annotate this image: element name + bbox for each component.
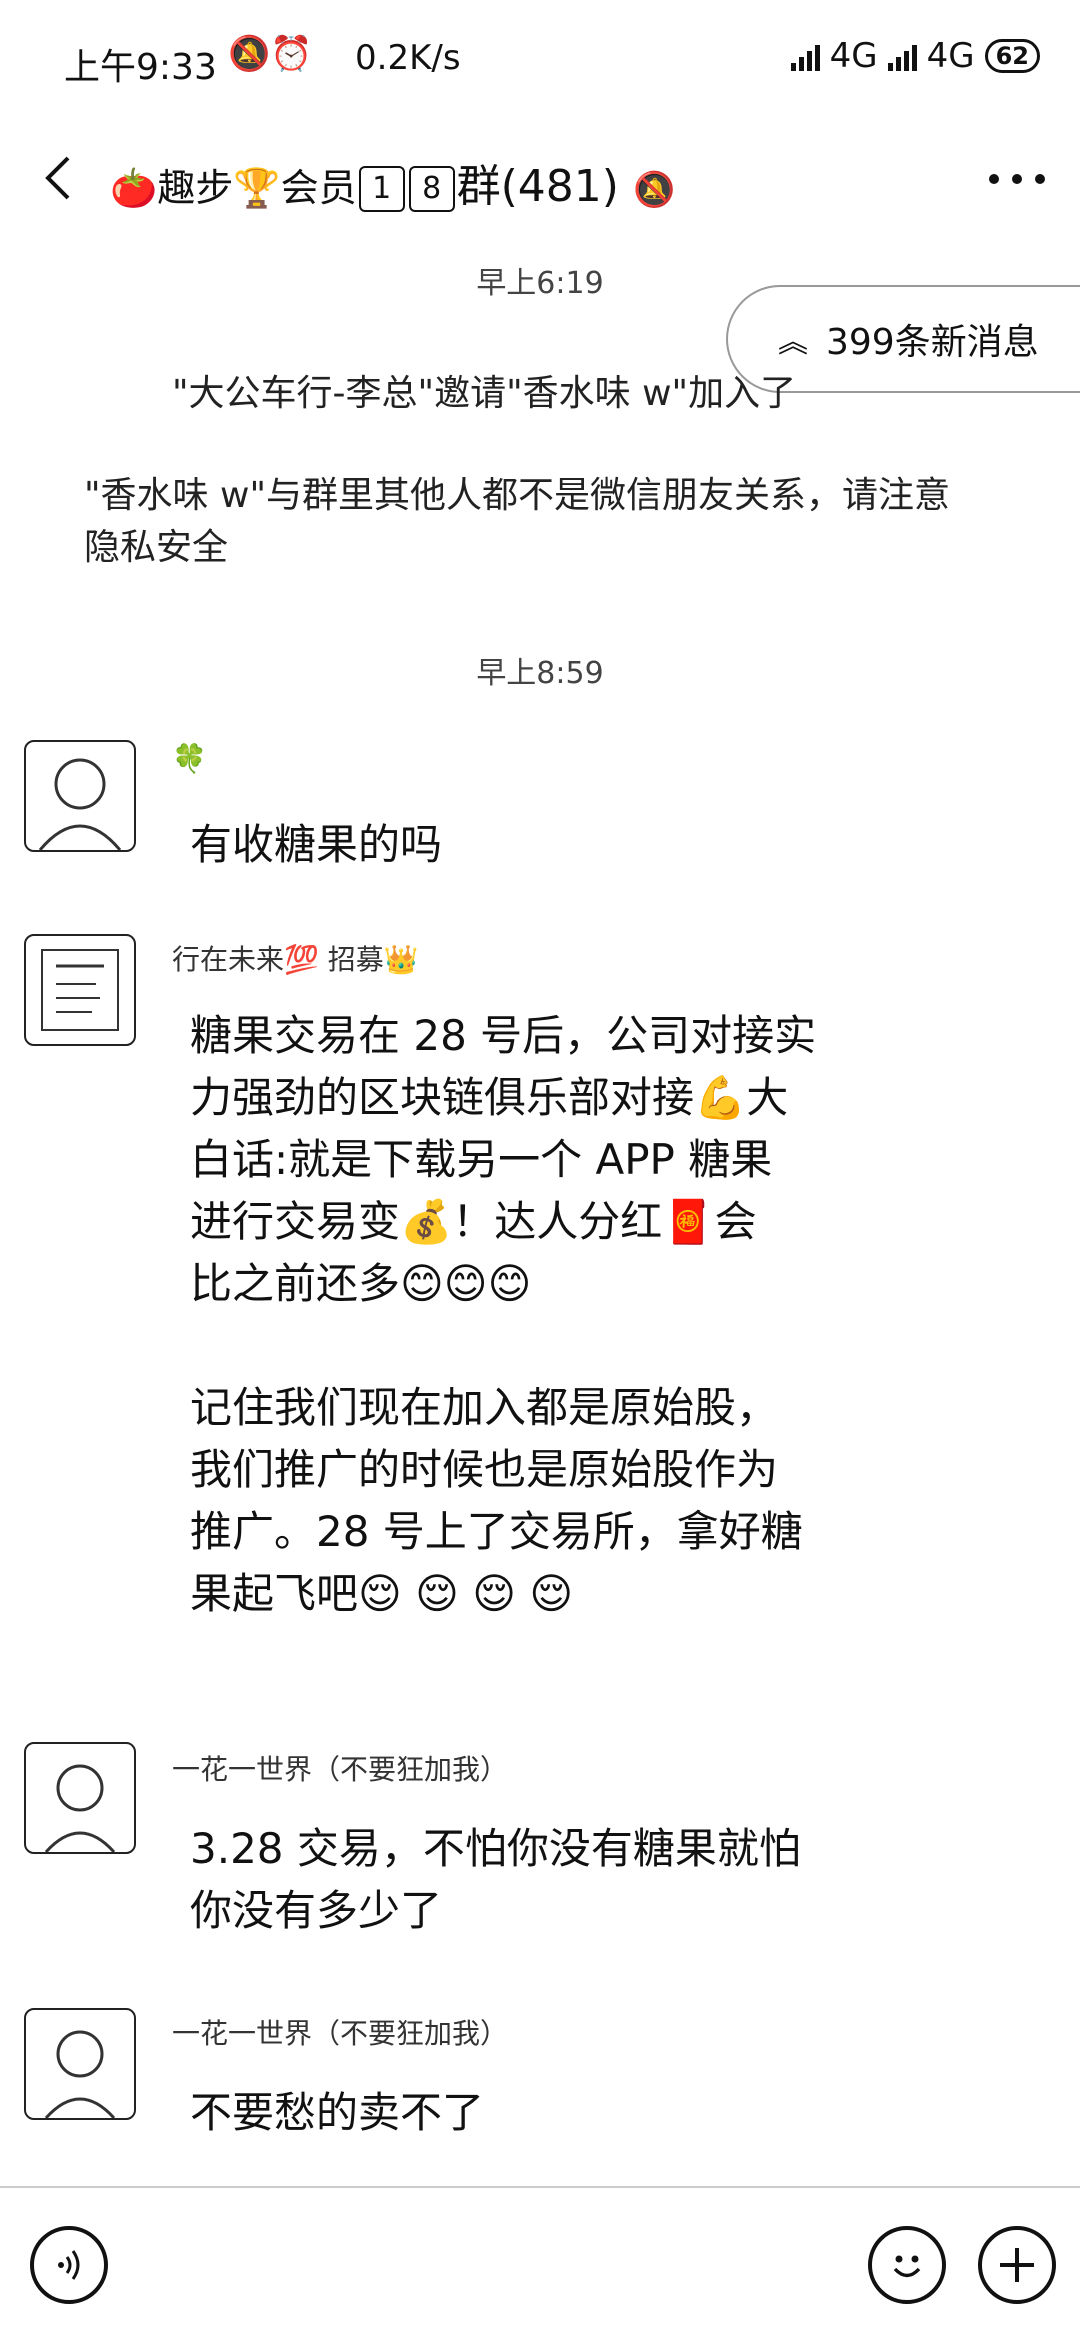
sender-name: 一花一世界（不要狂加我） (172, 1753, 509, 1786)
title-prefix: 🍅趣步🏆会员 (110, 166, 357, 210)
number-badge-2: 8 (408, 166, 455, 212)
message-line: 糖果交易在 28 号后，公司对接实 (190, 1011, 817, 1060)
smiley-icon (893, 2255, 921, 2278)
chat-header: 🍅趣步🏆会员 1 8 群(481) 🔕 (0, 128, 1080, 238)
number-badge-1: 1 (358, 166, 405, 212)
system-message-invite: "大公车行-李总"邀请"香水味 w"加入了群聊 (172, 373, 792, 414)
message-line: 白话:就是下载另一个 APP 糖果 (190, 1135, 773, 1184)
more-options-icon[interactable] (982, 154, 1052, 204)
person-avatar-icon (44, 1764, 116, 1852)
status-right: 4G 4G 62 (790, 36, 1040, 76)
signal-icon (790, 41, 820, 71)
poster-avatar-icon (41, 949, 119, 1031)
system-message-privacy-line1: "香水味 w"与群里其他人都不是微信朋友关系，请注意 (84, 475, 951, 516)
avatar[interactable] (24, 934, 136, 1046)
network-speed: 0.2K/s (355, 38, 461, 78)
message-text: 3.28 交易，不怕你没有糖果就怕 你没有多少了 (190, 1818, 880, 1942)
muted-bell-icon: 🔕 (632, 170, 676, 210)
voice-wave-icon (58, 2250, 80, 2280)
avatar[interactable] (24, 1742, 136, 1854)
title-suffix: 群(481) (456, 161, 619, 212)
new-messages-label: 399条新消息 (826, 322, 1039, 363)
network-type-2: 4G (926, 36, 975, 76)
plus-icon (1000, 2248, 1034, 2282)
status-bar: 上午9:33 🔕⏰ 0.2K/s 4G 4G 62 (0, 0, 1080, 110)
sender-name: 🍀 (172, 742, 207, 775)
message-line: 不要愁的卖不了 (190, 2088, 485, 2137)
message-text: 不要愁的卖不了 (190, 2082, 880, 2144)
input-bar (0, 2186, 1080, 2342)
status-time: 上午9:33 (64, 47, 217, 88)
system-message-privacy-line2: 隐私安全 (84, 527, 229, 568)
message-line: 推广。28 号上了交易所，拿好糖 (190, 1507, 803, 1556)
back-arrow-icon[interactable] (30, 148, 90, 208)
mute-alarm-icons: 🔕⏰ (228, 34, 313, 74)
message-line (190, 1315, 880, 1377)
message-line: 力强劲的区块链俱乐部对接💪大 (190, 1073, 789, 1122)
emoji-button[interactable] (868, 2226, 946, 2304)
timestamp: 早上8:59 (476, 656, 604, 691)
message-line: 比之前还多😊😊😊 (190, 1259, 532, 1308)
group-title: 🍅趣步🏆会员 1 8 群(481) 🔕 (110, 150, 675, 214)
signal-icon-2 (887, 41, 917, 71)
add-more-button[interactable] (978, 2226, 1056, 2304)
battery-icon: 62 (984, 39, 1040, 73)
message-text: 糖果交易在 28 号后，公司对接实 力强劲的区块链俱乐部对接💪大 白话:就是下载… (190, 1005, 880, 1625)
sender-name: 行在未来💯 招募👑 (172, 943, 419, 976)
double-chevron-up-icon: ︽ (778, 325, 808, 360)
message-line: 有收糖果的吗 (190, 820, 443, 869)
message-line: 我们推广的时候也是原始股作为 (190, 1445, 779, 1494)
person-avatar-icon (38, 758, 122, 850)
person-avatar-icon (44, 2030, 116, 2118)
message-text: 有收糖果的吗 (190, 814, 880, 876)
network-type-1: 4G (829, 36, 878, 76)
message-line: 3.28 交易，不怕你没有糖果就怕 (190, 1824, 801, 1873)
voice-input-button[interactable] (30, 2226, 108, 2304)
message-line: 进行交易变💰！达人分红🧧会 (190, 1197, 757, 1246)
avatar[interactable] (24, 740, 136, 852)
message-line: 你没有多少了 (190, 1886, 443, 1935)
message-line: 记住我们现在加入都是原始股， (190, 1383, 779, 1432)
message-line: 果起飞吧😌 😌 😌 😌 (190, 1569, 574, 1618)
avatar[interactable] (24, 2008, 136, 2120)
sender-name: 一花一世界（不要狂加我） (172, 2017, 509, 2050)
